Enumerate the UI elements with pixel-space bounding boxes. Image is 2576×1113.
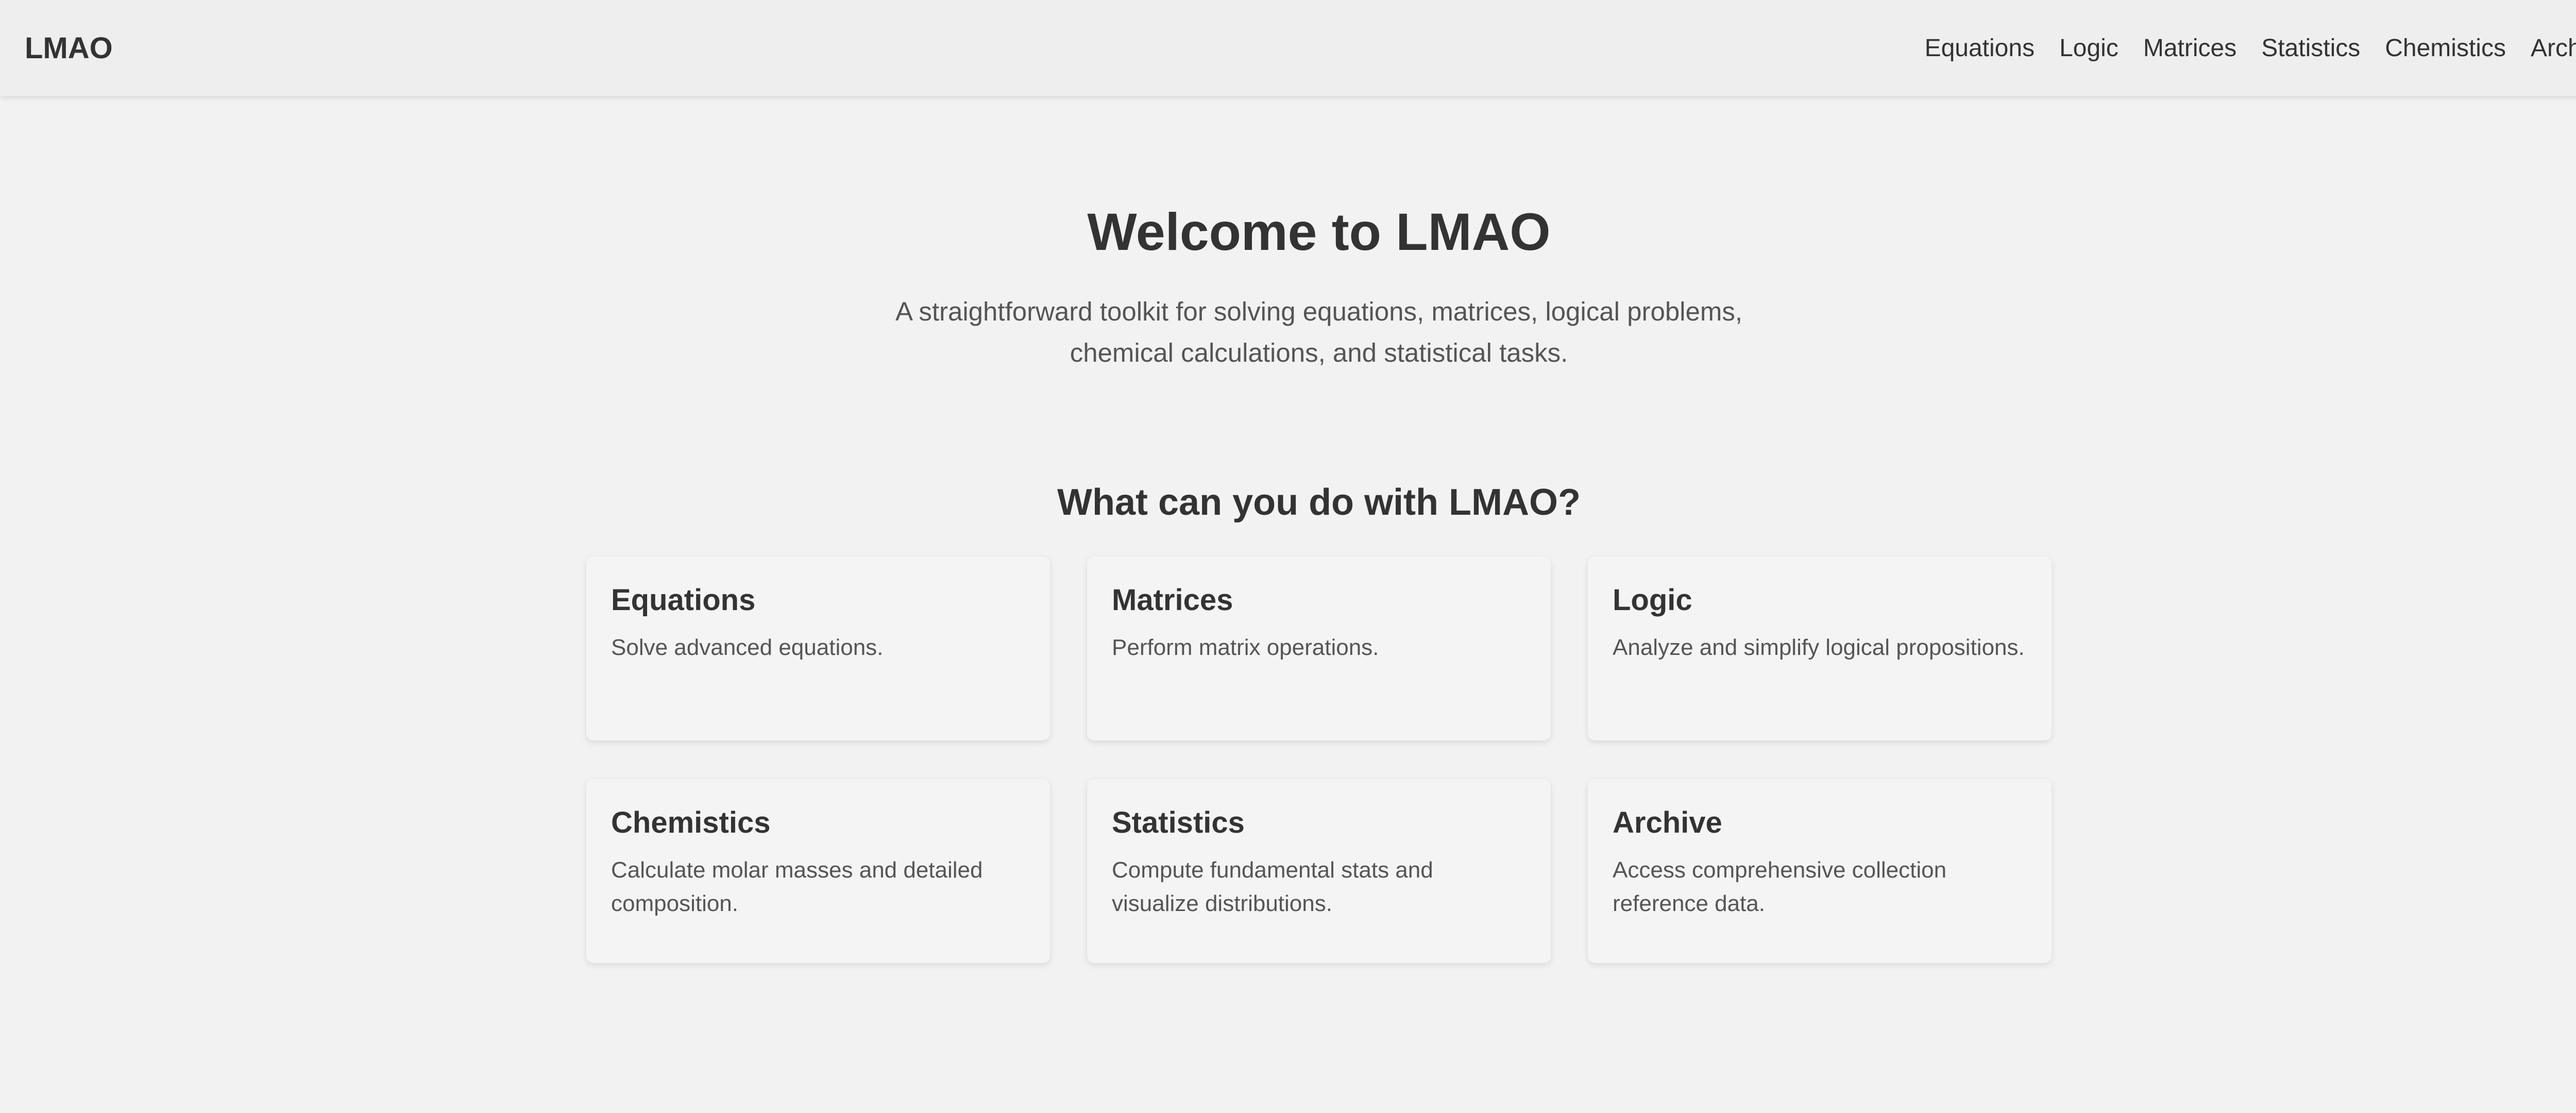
nav-links: Equations Logic Matrices Statistics Chem… [1925,34,2576,62]
hero-title: Welcome to LMAO [1087,203,1551,261]
feature-card-matrices[interactable]: Matrices Perform matrix operations. [1087,556,1551,740]
feature-card-logic[interactable]: Logic Analyze and simplify logical propo… [1588,556,2052,740]
card-title: Logic [1613,583,1692,617]
card-title: Matrices [1112,583,1233,617]
nav-link-matrices[interactable]: Matrices [2143,34,2236,62]
card-title: Statistics [1112,806,1245,839]
feature-card-archive[interactable]: Archive Access comprehensive collection … [1588,779,2052,963]
card-description: Analyze and simplify logical proposition… [1613,635,2025,660]
hero-subtitle: A straightforward toolkit for solving eq… [895,297,1743,367]
nav-link-logic[interactable]: Logic [2059,34,2119,62]
top-navbar: LMAO Equations Logic Matrices Statistics… [0,0,2576,96]
nav-link-chemistics[interactable]: Chemistics [2385,34,2506,62]
card-description: Compute fundamental stats and visualize … [1112,857,1433,916]
nav-link-statistics[interactable]: Statistics [2261,34,2360,62]
brand-logo[interactable]: LMAO [25,31,113,65]
card-title: Equations [611,583,756,617]
nav-link-equations[interactable]: Equations [1925,34,2035,62]
feature-card-statistics[interactable]: Statistics Compute fundamental stats and… [1087,779,1551,963]
features-title: What can you do with LMAO? [1057,482,1581,523]
feature-cards-grid: Equations Solve advanced equations. Matr… [586,556,2052,963]
card-description: Calculate molar masses and detailed comp… [611,857,983,916]
card-title: Archive [1613,806,1722,839]
feature-card-chemistics[interactable]: Chemistics Calculate molar masses and de… [586,779,1050,963]
card-title: Chemistics [611,806,771,839]
nav-link-archive[interactable]: Archive [2531,34,2576,62]
card-description: Access comprehensive collection referenc… [1613,857,1947,916]
card-description: Solve advanced equations. [611,635,884,660]
feature-card-equations[interactable]: Equations Solve advanced equations. [586,556,1050,740]
card-description: Perform matrix operations. [1112,635,1379,660]
